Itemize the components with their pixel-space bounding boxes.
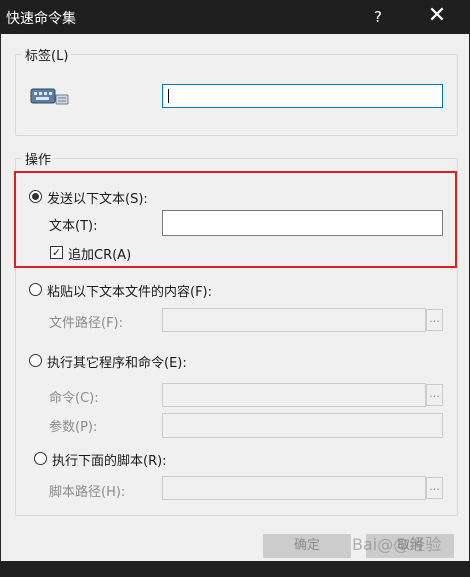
operation-group-legend-text: 操作 — [25, 153, 52, 168]
ok-button[interactable]: 确定 — [263, 534, 351, 558]
title-bar: 快速命令集 ? ✕ — [0, 0, 470, 34]
window-title: 快速命令集 — [6, 11, 76, 27]
label-group-legend: 标签(L) — [22, 45, 72, 64]
text-caret — [168, 89, 169, 103]
script-path-browse-button[interactable]: ... — [426, 477, 443, 499]
close-button[interactable]: ✕ — [422, 4, 452, 30]
file-path-input[interactable] — [162, 308, 426, 332]
help-button[interactable]: ? — [363, 4, 393, 30]
command-input[interactable] — [162, 383, 426, 407]
annotation-highlight-box — [14, 171, 457, 268]
command-browse-button[interactable]: ... — [426, 384, 443, 406]
file-path-label: 文件路径(F): — [49, 316, 124, 331]
radio-run-script[interactable] — [34, 452, 47, 465]
label-input[interactable] — [162, 84, 443, 108]
file-path-browse-button[interactable]: ... — [426, 309, 443, 331]
background-strip — [0, 561, 470, 577]
script-path-label: 脚本路径(H): — [49, 485, 126, 500]
paste-file-label: 粘贴以下文本文件的内容(F): — [47, 285, 213, 300]
run-script-label: 执行下面的脚本(R): — [52, 454, 167, 469]
script-path-input[interactable] — [162, 476, 426, 500]
radio-run-program[interactable] — [29, 354, 42, 367]
radio-paste-file[interactable] — [29, 283, 42, 296]
params-label: 参数(P): — [49, 420, 98, 435]
keyboard-icon — [30, 88, 69, 105]
params-input[interactable] — [162, 413, 443, 438]
watermark-logo: Bai@@经验 — [352, 535, 442, 554]
operation-group-legend: 操作 — [22, 149, 55, 168]
label-group-legend-text: 标签(L) — [25, 49, 69, 64]
command-label: 命令(C): — [49, 391, 99, 406]
run-program-label: 执行其它程序和命令(E): — [47, 356, 187, 371]
